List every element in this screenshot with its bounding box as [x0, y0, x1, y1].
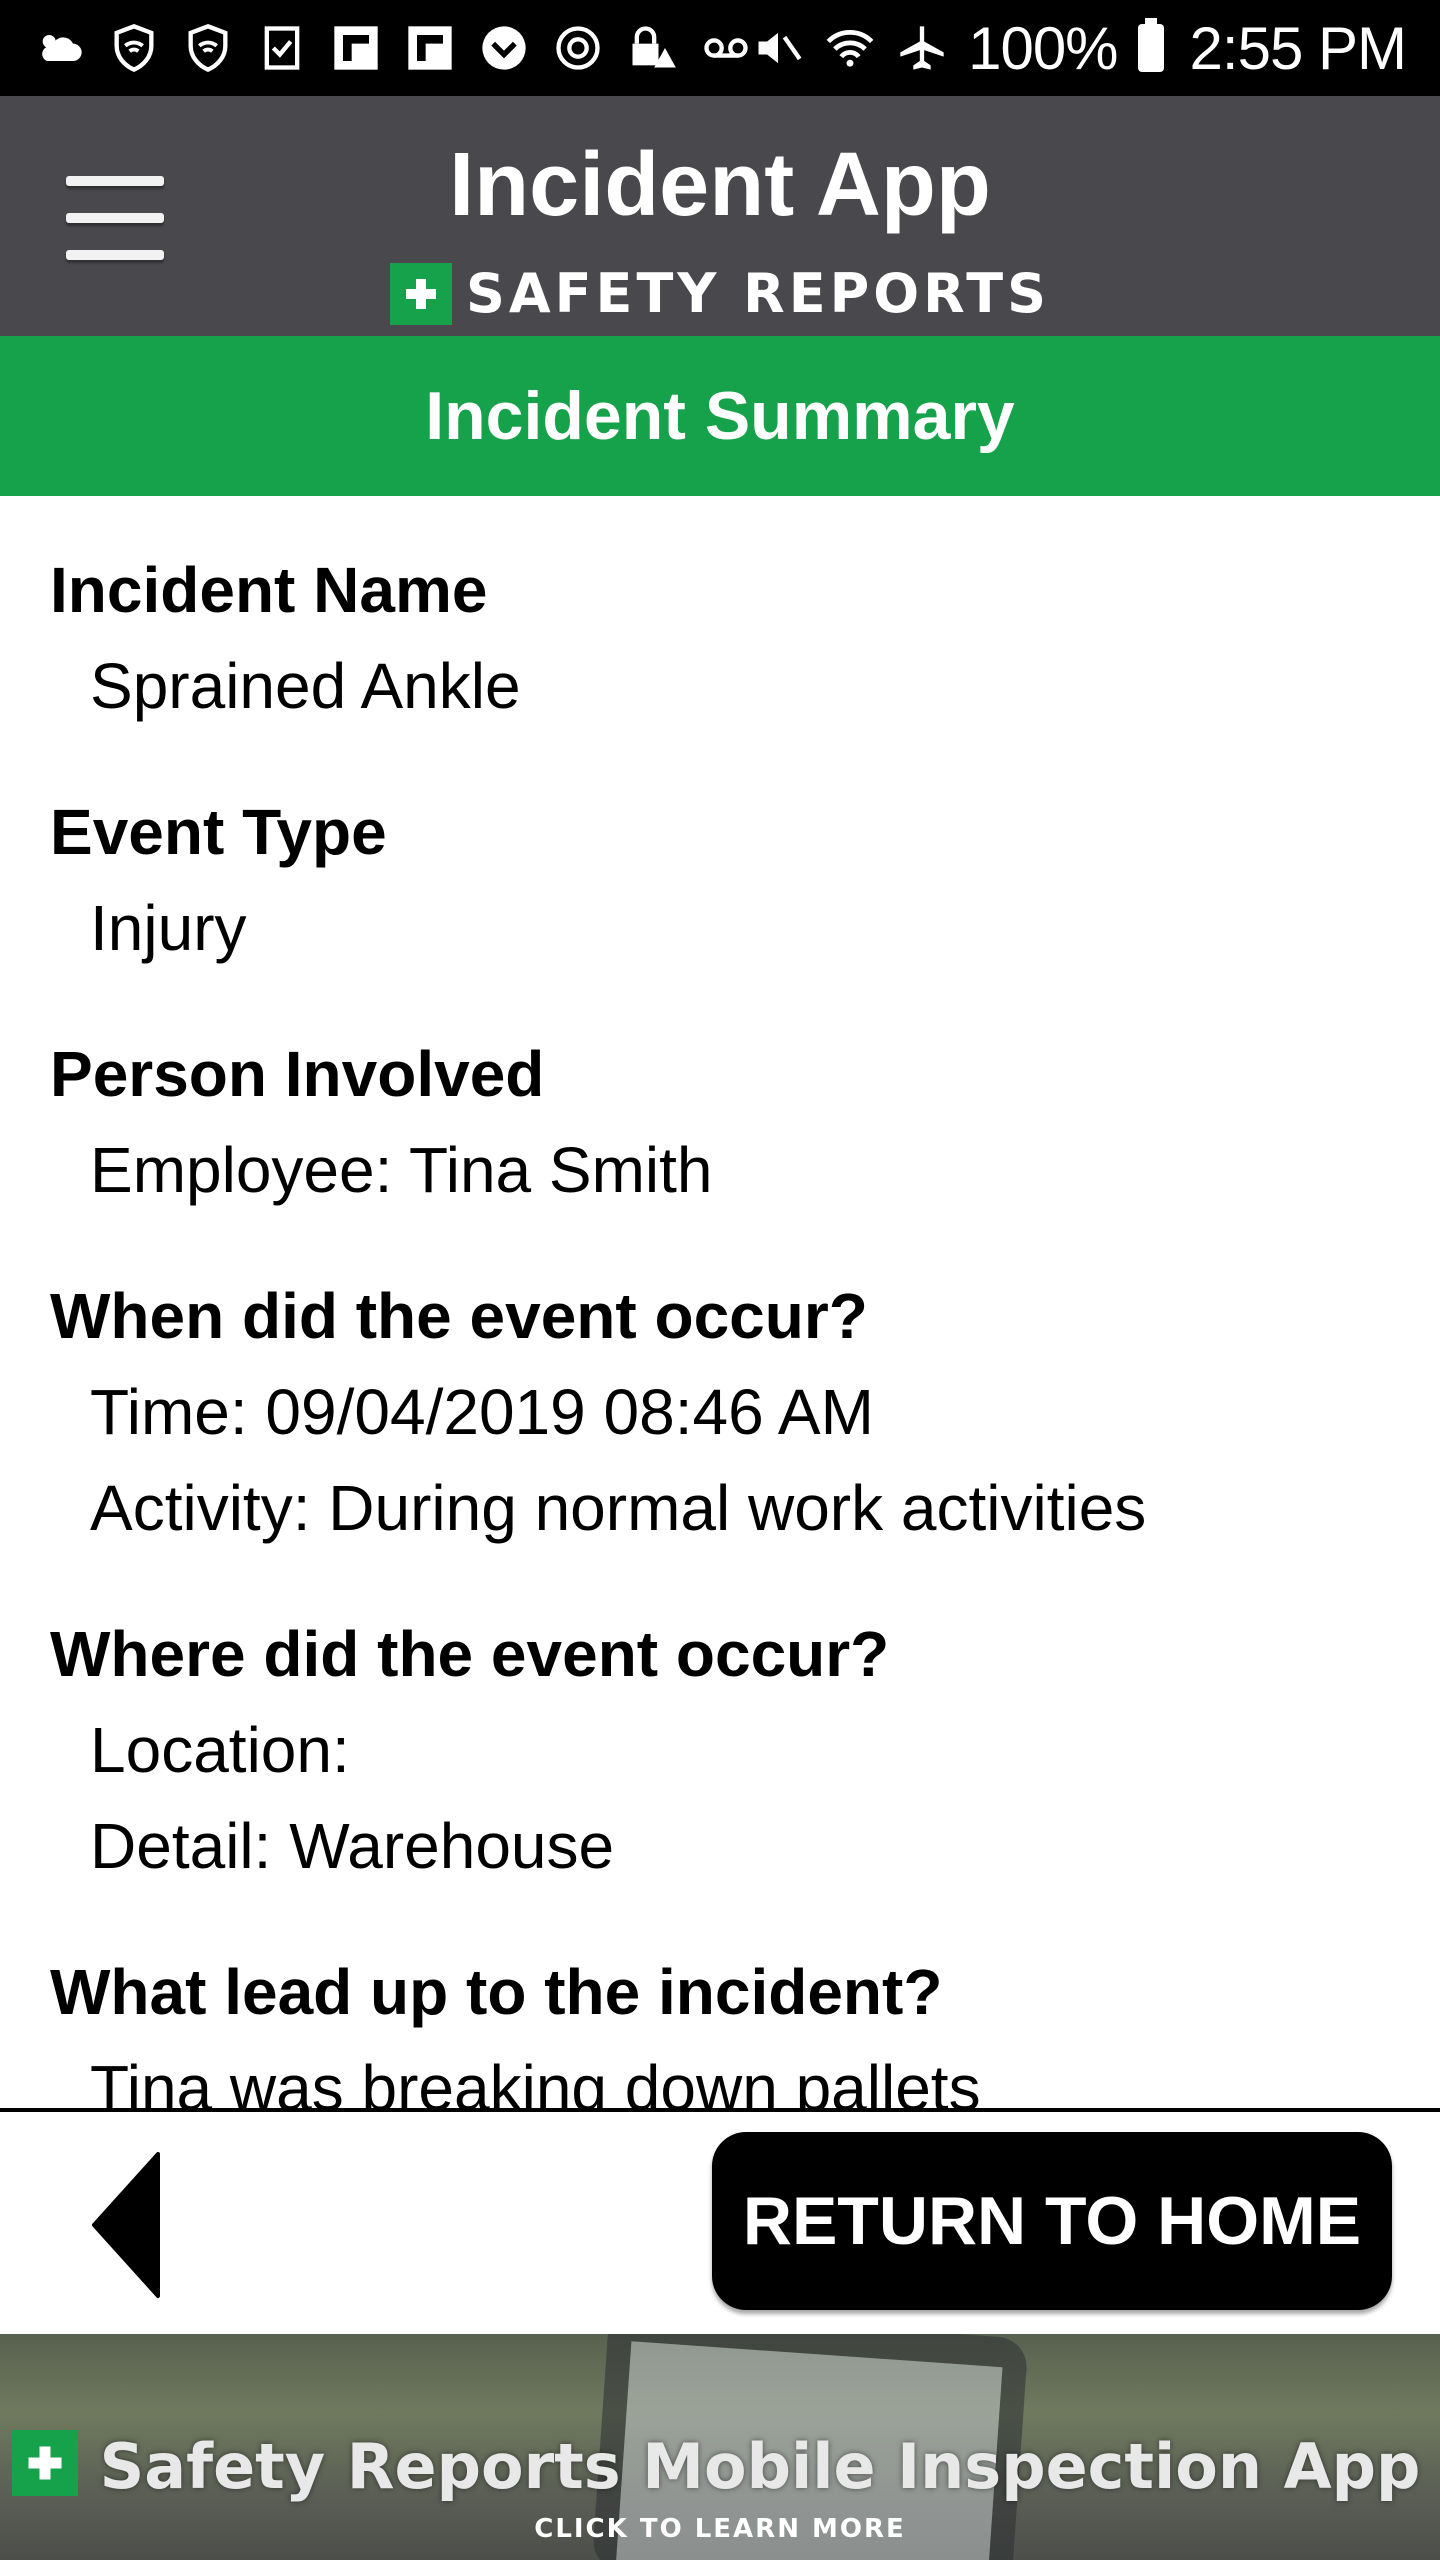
- field-value: Detail: Warehouse: [90, 1810, 615, 1882]
- voicemail-icon: [700, 22, 752, 74]
- back-arrow-icon[interactable]: [88, 2150, 168, 2300]
- ad-content: Safety Reports Mobile Inspection App: [0, 2430, 1440, 2503]
- field-label: Where did the event occur?: [50, 1618, 890, 1690]
- app-header: Incident App SAFETY REPORTS: [0, 96, 1440, 336]
- brand-name: SAFETY REPORTS: [465, 262, 1051, 325]
- plus-icon: [12, 2430, 78, 2496]
- flipboard-icon-2: [404, 22, 456, 74]
- battery-icon: [1137, 18, 1164, 72]
- pocket-icon: [478, 22, 530, 74]
- field-label: Event Type: [50, 796, 387, 868]
- shield-wifi-icon: [108, 22, 160, 74]
- clock: 2:55 PM: [1189, 14, 1407, 82]
- field-value: Sprained Ankle: [90, 650, 521, 722]
- field-event-type: Event Type Injury: [50, 784, 1440, 976]
- field-value: Injury: [90, 892, 247, 964]
- notification-icons: [34, 22, 752, 74]
- plus-icon: [389, 262, 452, 325]
- field-label: Incident Name: [50, 554, 488, 626]
- status-bar: 100% 2:55 PM: [0, 0, 1440, 96]
- checklist-icon: [256, 22, 308, 74]
- bottom-nav: RETURN TO HOME: [0, 2112, 1440, 2334]
- field-person-involved: Person Involved Employee: Tina Smith: [50, 1026, 1440, 1218]
- field-label: Person Involved: [50, 1038, 545, 1110]
- return-to-home-label: RETURN TO HOME: [742, 2183, 1362, 2259]
- return-to-home-button[interactable]: RETURN TO HOME: [712, 2132, 1392, 2310]
- field-label: When did the event occur?: [50, 1280, 868, 1352]
- system-icons: 100% 2:55 PM: [752, 14, 1407, 83]
- field-value: Tina was breaking down pallets: [90, 2052, 981, 2108]
- section-title: Incident Summary: [425, 378, 1015, 454]
- wifi-icon: [824, 22, 876, 74]
- field-incident-name: Incident Name Sprained Ankle: [50, 542, 1440, 734]
- sync-icon: [552, 22, 604, 74]
- brand-logo: SAFETY REPORTS: [0, 262, 1440, 325]
- flipboard-icon: [330, 22, 382, 74]
- field-value: Time: 09/04/2019 08:46 AM: [90, 1376, 874, 1448]
- ad-headline: Safety Reports Mobile Inspection App: [99, 2430, 1421, 2503]
- incident-summary[interactable]: Incident Name Sprained Ankle Event Type …: [0, 496, 1440, 2108]
- field-lead-up: What lead up to the incident? Tina was b…: [50, 1944, 1440, 2108]
- app-title: Incident App: [449, 135, 991, 235]
- lock-warning-icon: [626, 22, 678, 74]
- ad-banner[interactable]: Safety Reports Mobile Inspection App CLI…: [0, 2334, 1440, 2560]
- ad-cta: CLICK TO LEARN MORE: [534, 2514, 906, 2544]
- shield-wifi-icon-2: [182, 22, 234, 74]
- weather-icon: [34, 22, 86, 74]
- field-value: Location:: [90, 1714, 350, 1786]
- field-when: When did the event occur? Time: 09/04/20…: [50, 1268, 1440, 1556]
- field-where: Where did the event occur? Location: Det…: [50, 1606, 1440, 1894]
- field-value: Employee: Tina Smith: [90, 1134, 713, 1206]
- airplane-mode-icon: [896, 22, 948, 74]
- section-banner: Incident Summary: [0, 336, 1440, 496]
- field-value: Activity: During normal work activities: [90, 1472, 1147, 1544]
- battery-percent: 100%: [968, 14, 1118, 82]
- mute-icon: [752, 22, 804, 74]
- field-label: What lead up to the incident?: [50, 1956, 943, 2028]
